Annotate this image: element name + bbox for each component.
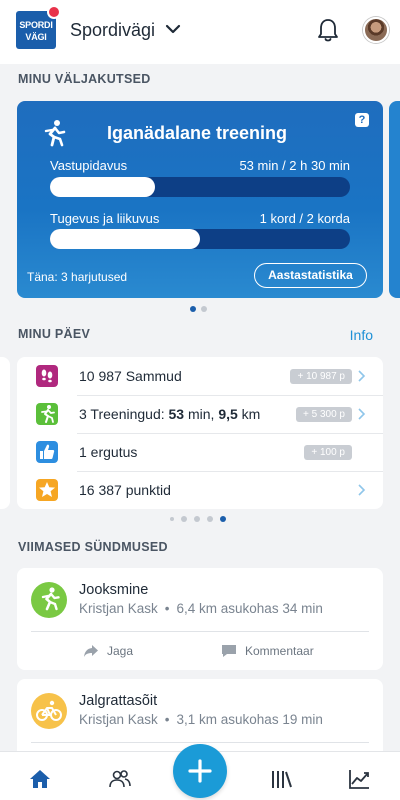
next-challenge-card-peek[interactable] xyxy=(389,101,400,298)
challenge-title: Iganädalane treening xyxy=(107,123,288,143)
challenge-card[interactable]: Iganädalane treening ? Vastupidavus 53 m… xyxy=(17,101,383,298)
notification-dot xyxy=(47,5,61,19)
comment-label: Kommentaar xyxy=(245,644,314,658)
today-summary: Täna: 3 harjutused xyxy=(27,270,128,284)
chevron-right-icon[interactable] xyxy=(358,484,366,496)
plus-icon xyxy=(188,759,212,783)
workouts-distance: 9,5 xyxy=(218,406,238,422)
points-row[interactable]: 16 387 punktid xyxy=(17,471,383,509)
my-day-card: 10 987 Sammud + 10 987 p 3 Treeningud: 5… xyxy=(17,357,383,509)
points-badge: + 5 300 p xyxy=(296,407,352,422)
add-button[interactable] xyxy=(173,744,227,798)
share-icon xyxy=(84,645,98,657)
thumbs-up-icon xyxy=(36,441,58,463)
my-day-pager xyxy=(170,516,226,522)
endurance-label: Vastupidavus xyxy=(50,158,128,173)
pager-dot[interactable] xyxy=(190,306,196,312)
info-link[interactable]: Info xyxy=(350,327,373,343)
my-day-section-title: MINU PÄEV xyxy=(18,327,91,341)
event-subtitle: Kristjan Kask • 3,1 km asukohas 19 min xyxy=(79,712,323,727)
runner-icon xyxy=(31,582,67,618)
logo-line-1: SPORDI xyxy=(19,20,53,30)
event-title: Jooksmine xyxy=(79,582,149,598)
group-title[interactable]: Spordivägi xyxy=(70,20,155,41)
pager-dot[interactable] xyxy=(181,516,187,522)
event-divider xyxy=(31,742,369,743)
previous-day-card-peek[interactable] xyxy=(0,357,10,509)
pager-dot[interactable] xyxy=(207,516,213,522)
people-icon[interactable] xyxy=(108,769,132,789)
challenges-section-title: MINU VÄLJAKUTSED xyxy=(18,72,151,86)
endurance-progress-bar xyxy=(50,177,350,197)
challenges-pager xyxy=(190,306,207,312)
chevron-right-icon[interactable] xyxy=(358,408,366,420)
avatar[interactable] xyxy=(363,17,389,43)
footsteps-icon xyxy=(36,365,58,387)
comment-icon xyxy=(222,645,236,657)
points-badge: + 10 987 p xyxy=(290,369,352,384)
chart-icon[interactable] xyxy=(348,769,370,789)
workouts-min-unit: min, xyxy=(184,406,219,422)
strength-progress-fill xyxy=(50,229,200,249)
chevron-right-icon[interactable] xyxy=(358,370,366,382)
workouts-minutes: 53 xyxy=(168,406,185,422)
comment-button[interactable]: Kommentaar xyxy=(221,644,314,658)
workouts-row[interactable]: 3 Treeningud: 53 min, 9,5 km + 5 300 p xyxy=(17,395,383,433)
share-button[interactable]: Jaga xyxy=(83,644,133,658)
workouts-text: 3 Treeningud: 53 min, 9,5 km xyxy=(79,406,260,422)
strength-value: 1 kord / 2 korda xyxy=(259,211,350,226)
event-card[interactable]: Jooksmine Kristjan Kask • 6,4 km asukohas … xyxy=(17,568,383,670)
endurance-value: 53 min / 2 h 30 min xyxy=(239,158,350,173)
pager-dot[interactable] xyxy=(170,517,174,521)
star-icon xyxy=(36,479,58,501)
event-detail: 3,1 km asukohas 19 min xyxy=(176,712,323,727)
help-icon[interactable]: ? xyxy=(355,113,369,127)
strength-label: Tugevus ja liikuvus xyxy=(50,211,160,226)
logo-line-2: VÄGI xyxy=(25,32,47,42)
runner-icon xyxy=(44,120,66,147)
event-user[interactable]: Kristjan Kask xyxy=(79,712,158,727)
chevron-down-icon[interactable] xyxy=(165,22,181,36)
annual-statistics-button[interactable]: Aastastatistika xyxy=(254,263,367,288)
library-icon[interactable] xyxy=(270,769,294,789)
workouts-count: 3 Treeningud: xyxy=(79,406,169,422)
event-title: Jalgrattasõit xyxy=(79,693,158,709)
steps-row[interactable]: 10 987 Sammud + 10 987 p xyxy=(17,357,383,395)
workouts-km-unit: km xyxy=(237,406,261,422)
pager-dot[interactable] xyxy=(194,516,200,522)
pager-dot[interactable] xyxy=(201,306,207,312)
bicycle-icon xyxy=(31,693,67,729)
points-text: 16 387 punktid xyxy=(79,482,171,498)
runner-icon xyxy=(36,403,58,425)
steps-text: 10 987 Sammud xyxy=(79,368,182,384)
cheers-row: 1 ergutus + 100 p xyxy=(17,433,383,471)
app-header: SPORDI VÄGI Spordivägi xyxy=(0,0,400,64)
points-badge: + 100 p xyxy=(304,445,352,460)
endurance-progress-fill xyxy=(50,177,155,197)
share-label: Jaga xyxy=(107,644,134,658)
event-detail: 6,4 km asukohas 34 min xyxy=(176,601,323,616)
strength-progress-bar xyxy=(50,229,350,249)
event-user[interactable]: Kristjan Kask xyxy=(79,601,158,616)
event-divider xyxy=(31,631,369,632)
cheers-text: 1 ergutus xyxy=(79,444,138,460)
bell-icon[interactable] xyxy=(316,17,340,43)
home-icon[interactable] xyxy=(29,769,51,789)
pager-dot[interactable] xyxy=(220,516,226,522)
event-subtitle: Kristjan Kask • 6,4 km asukohas 34 min xyxy=(79,601,323,616)
recent-events-section-title: VIIMASED SÜNDMUSED xyxy=(18,540,168,554)
